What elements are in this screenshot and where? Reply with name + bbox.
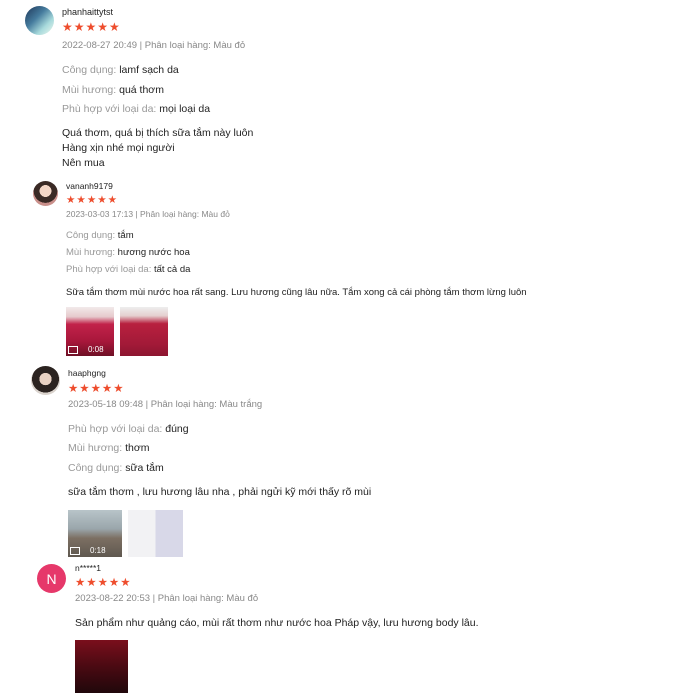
review-meta: 2023-05-18 09:48 | Phân loại hàng: Màu t… xyxy=(68,399,263,410)
review-body-line: Sản phẩm như quảng cáo, mùi rất thơm như… xyxy=(75,617,479,629)
attribute-row: Phù hợp với loại da: tất cả da xyxy=(66,264,190,275)
review-video-thumbnail[interactable]: 0:18 xyxy=(68,510,122,557)
review-body-line: Quá thơm, quá bị thích sữa tắm này luôn xyxy=(62,127,254,139)
avatar[interactable] xyxy=(31,366,60,395)
attribute-value: sữa tắm xyxy=(125,462,164,474)
video-indicator: 0:18 xyxy=(70,546,106,555)
star-rating: ★★★★★ xyxy=(68,383,125,395)
attribute-row: Mùi hương: thơm xyxy=(68,442,150,454)
attribute-label: Phù hợp với loại da: xyxy=(66,264,152,275)
review-photo-thumbnail[interactable] xyxy=(75,640,128,693)
attribute-row: Phù hợp với loại da: đúng xyxy=(68,423,189,435)
review-body: Sản phẩm như quảng cáo, mùi rất thơm như… xyxy=(75,616,479,631)
attribute-label: Công dụng: xyxy=(68,462,123,474)
attribute-value: hương nước hoa xyxy=(117,247,190,258)
attribute-row: Mùi hương: quá thơm xyxy=(62,84,164,96)
username[interactable]: haaphgng xyxy=(68,368,106,378)
video-duration: 0:18 xyxy=(90,546,106,555)
review-body-line: Hàng xịn nhé mọi người xyxy=(62,142,175,154)
video-duration: 0:08 xyxy=(88,345,104,354)
star-rating: ★★★★★ xyxy=(62,20,121,34)
attribute-value: thơm xyxy=(125,442,150,454)
attribute-label: Mùi hương: xyxy=(68,442,123,454)
attribute-value: tất cả da xyxy=(153,264,191,275)
review-meta: 2023-03-03 17:13 | Phân loại hàng: Màu đ… xyxy=(66,209,230,219)
username[interactable]: phanhaittytst xyxy=(62,7,113,17)
video-camera-icon xyxy=(70,546,80,555)
attribute-value: tắm xyxy=(117,230,134,241)
attribute-value: quá thơm xyxy=(119,84,164,96)
attribute-label: Công dụng: xyxy=(66,230,116,241)
review-photo-thumbnail[interactable] xyxy=(120,307,168,356)
avatar[interactable] xyxy=(33,181,58,206)
review-body: sữa tắm thơm , lưu hương lâu nha , phải … xyxy=(68,485,371,500)
attribute-row: Công dụng: sữa tắm xyxy=(68,462,164,474)
username[interactable]: n*****1 xyxy=(75,563,101,573)
star-rating: ★★★★★ xyxy=(75,577,132,589)
video-camera-icon xyxy=(68,345,78,354)
attribute-label: Mùi hương: xyxy=(62,84,117,96)
review-body-line: sữa tắm thơm , lưu hương lâu nha , phải … xyxy=(68,486,372,498)
review-meta: 2023-08-22 20:53 | Phân loại hàng: Màu đ… xyxy=(75,593,259,604)
attribute-row: Mùi hương: hương nước hoa xyxy=(66,247,190,258)
review-body-line: Nên mua xyxy=(62,157,105,169)
review-body-line: Sữa tắm thơm mùi nước hoa rất sang. Lưu … xyxy=(66,287,527,298)
attribute-label: Phù hợp với loại da: xyxy=(62,103,157,115)
attribute-row: Công dụng: tắm xyxy=(66,230,134,241)
review-meta: 2022-08-27 20:49 | Phân loại hàng: Màu đ… xyxy=(62,40,246,51)
avatar[interactable] xyxy=(25,6,54,35)
attribute-row: Phù hợp với loại da: mọi loại da xyxy=(62,103,210,115)
video-indicator: 0:08 xyxy=(68,345,104,354)
review-photo-thumbnail[interactable] xyxy=(128,510,183,557)
review-body: Quá thơm, quá bị thích sữa tắm này luôn … xyxy=(62,126,253,171)
review-video-thumbnail[interactable]: 0:08 xyxy=(66,307,114,356)
attribute-value: lamf sạch da xyxy=(119,64,179,76)
attribute-label: Phù hợp với loại da: xyxy=(68,423,163,435)
attribute-value: mọi loại da xyxy=(159,103,211,115)
attribute-label: Mùi hương: xyxy=(66,247,116,258)
attribute-row: Công dụng: lamf sạch da xyxy=(62,64,179,76)
attribute-label: Công dụng: xyxy=(62,64,117,76)
attribute-value: đúng xyxy=(165,423,189,435)
avatar[interactable]: N xyxy=(37,564,66,593)
username[interactable]: vananh9179 xyxy=(66,181,113,191)
star-rating: ★★★★★ xyxy=(66,194,119,206)
review-body: Sữa tắm thơm mùi nước hoa rất sang. Lưu … xyxy=(66,285,527,300)
